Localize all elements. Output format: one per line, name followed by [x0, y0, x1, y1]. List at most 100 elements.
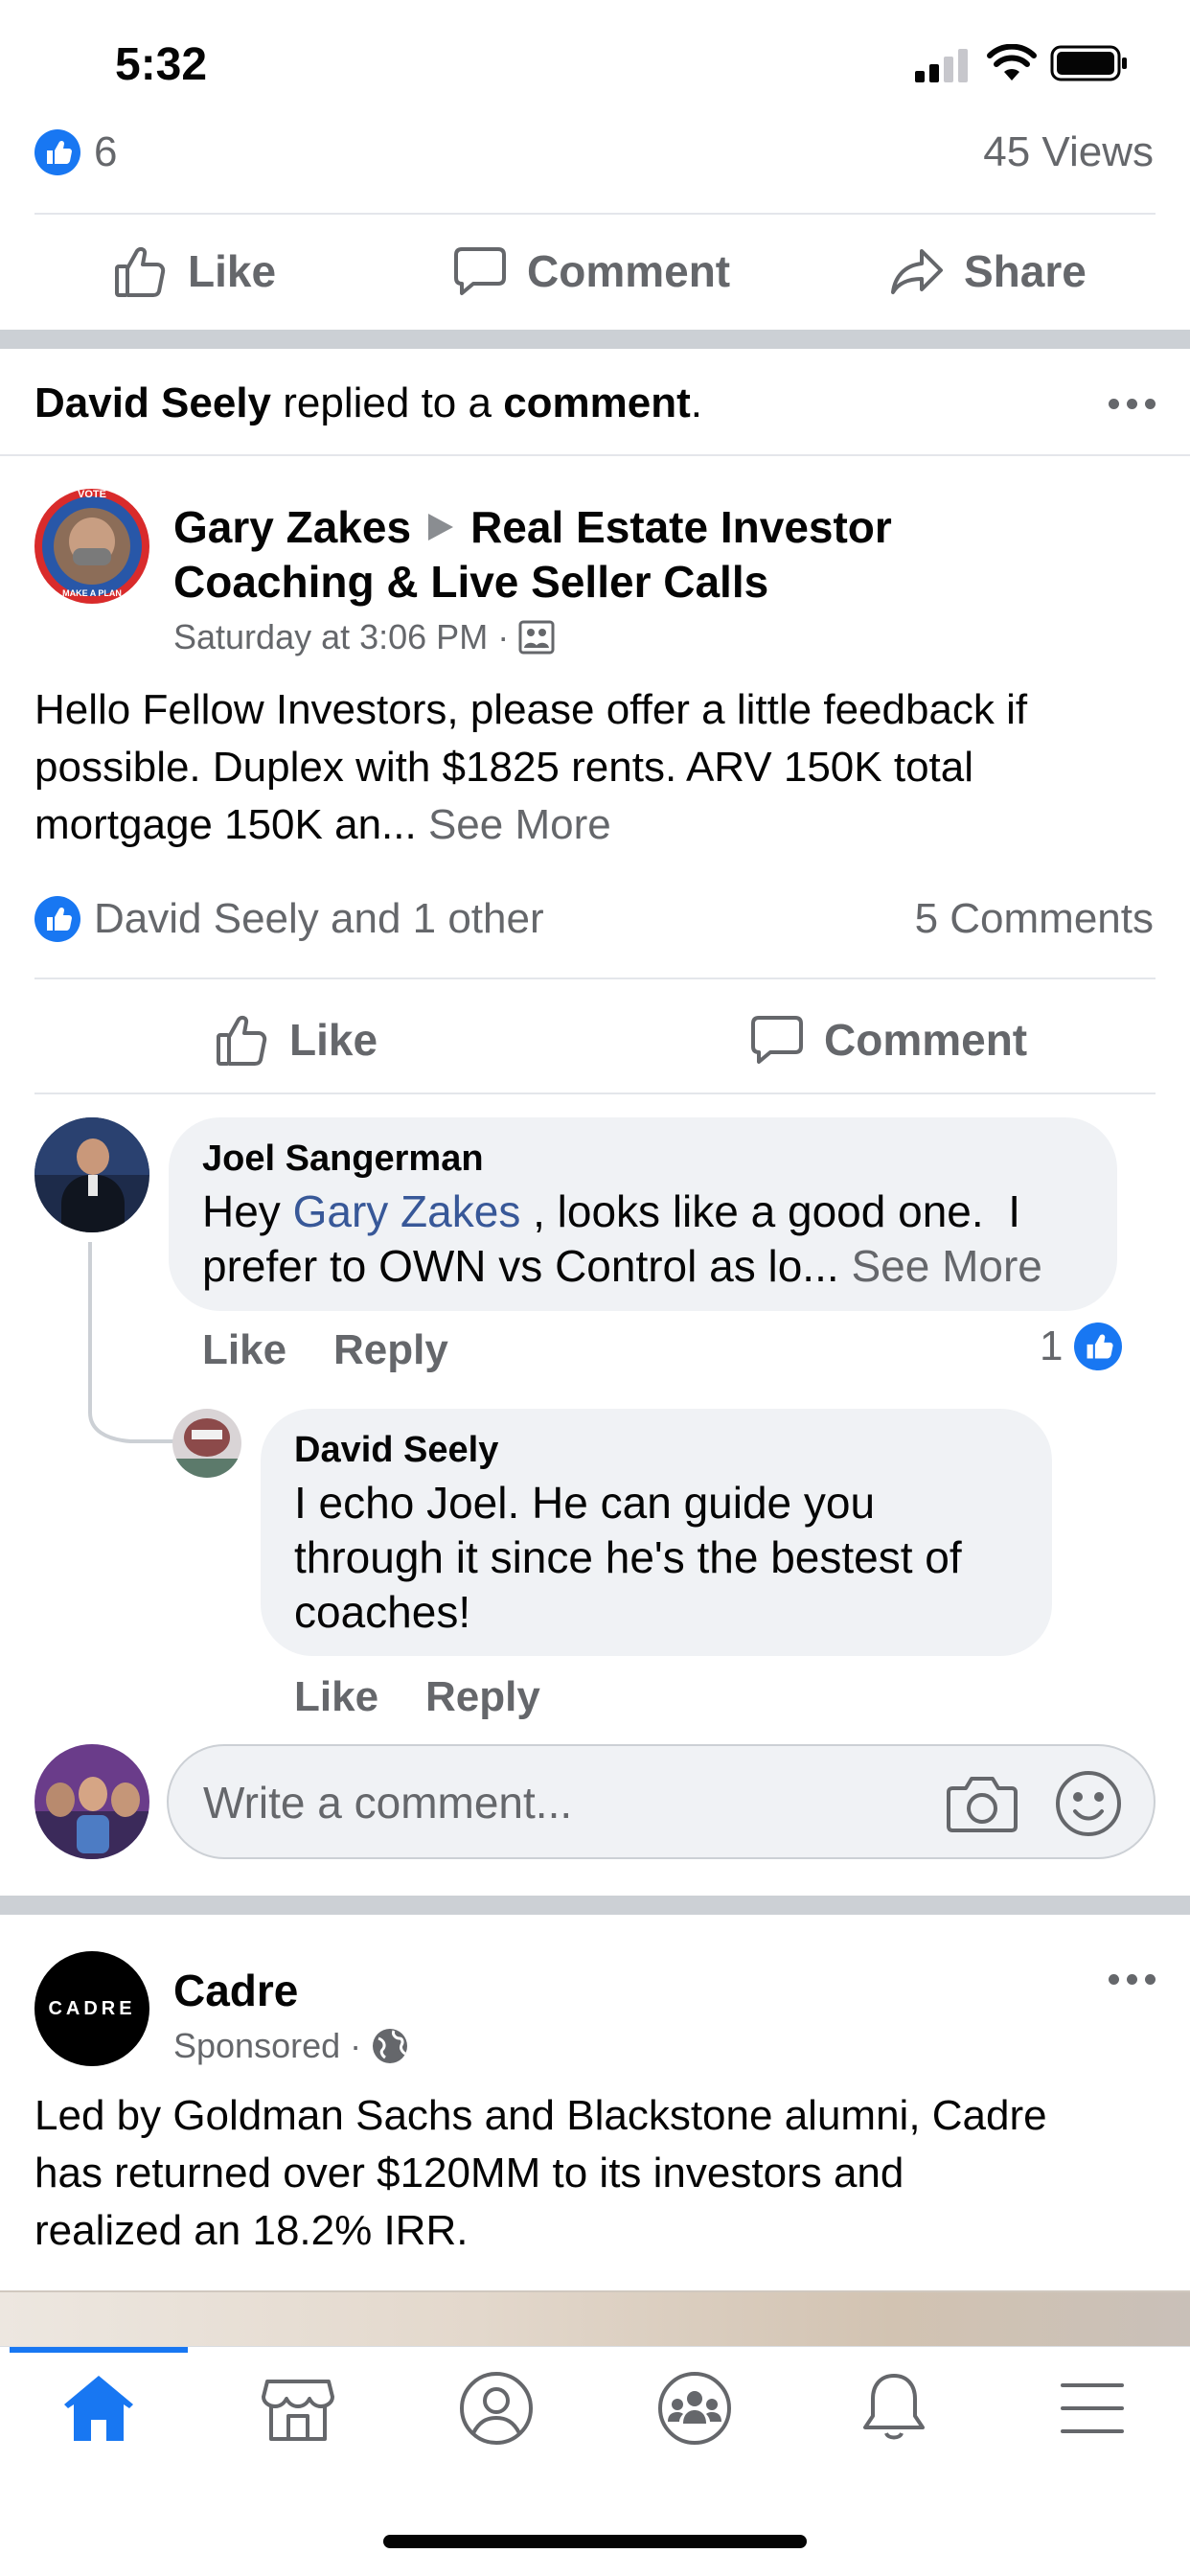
comment-reaction-summary[interactable]: 1: [1040, 1322, 1123, 1370]
marketplace-icon: [262, 2380, 334, 2441]
profile-icon: [460, 2372, 533, 2445]
post-comment-button[interactable]: Comment: [749, 1012, 1027, 1068]
post-reactions[interactable]: David Seely and 1 other: [34, 895, 544, 943]
comment-text: Hey Gary Zakes , looks like a good one. …: [202, 1184, 1042, 1294]
reply-reply-button[interactable]: Reply: [425, 1673, 540, 1721]
comment-reaction-count: 1: [1040, 1322, 1064, 1369]
comment-composer[interactable]: Write a comment...: [167, 1744, 1156, 1859]
ad-body: Led by Goldman Sachs and Blackstone alum…: [34, 2087, 1165, 2260]
status-time: 5:32: [115, 39, 208, 90]
status-bar: 5:32: [0, 0, 1190, 115]
post-meta: Saturday at 3:06 PM ·: [173, 617, 555, 657]
nav-marketplace[interactable]: [255, 2365, 341, 2451]
emoji-icon[interactable]: [1054, 1769, 1123, 1838]
activity-object[interactable]: comment: [503, 380, 691, 426]
feed-separator: [0, 1896, 1190, 1915]
thumbs-up-icon: [115, 246, 166, 297]
nav-groups[interactable]: [652, 2365, 738, 2451]
post-body: Hello Fellow Investors, please offer a l…: [34, 681, 1156, 854]
comment-text-line2: prefer to OWN vs Control as lo...: [202, 1241, 839, 1291]
advertiser-name[interactable]: Cadre: [173, 1965, 298, 2016]
activity-header[interactable]: David Seely replied to a comment.: [34, 380, 702, 427]
replier-avatar[interactable]: [172, 1409, 241, 1478]
activity-end-text: .: [690, 380, 703, 426]
share-icon: [891, 249, 943, 294]
post-timestamp[interactable]: Saturday at 3:06 PM: [173, 617, 488, 657]
camera-icon[interactable]: [947, 1773, 1018, 1834]
cellular-signal-icon: [915, 49, 968, 82]
activity-middle-text: replied to a: [271, 380, 504, 426]
home-indicator[interactable]: [383, 2535, 807, 2548]
nav-notifications[interactable]: [851, 2365, 937, 2451]
reply-like-button[interactable]: Like: [294, 1673, 378, 1721]
avatar-badge-top: VOTE: [78, 489, 106, 500]
battery-icon: [1050, 45, 1127, 81]
top-post-like-label: Like: [188, 246, 277, 296]
commenter-avatar[interactable]: [34, 1117, 149, 1232]
post-group-name-line1[interactable]: Real Estate Investor: [470, 501, 892, 553]
comment-icon: [454, 247, 506, 295]
active-tab-indicator: [10, 2347, 188, 2353]
notifications-icon: [863, 2374, 925, 2440]
reply-author[interactable]: David Seely: [294, 1430, 498, 1471]
post-author-line: Gary Zakes Real Estate Investor: [173, 501, 892, 553]
top-post-comment-button[interactable]: Comment: [452, 243, 730, 299]
comment-bubble[interactable]: Joel Sangerman Hey Gary Zakes , looks li…: [169, 1117, 1117, 1311]
activity-actor[interactable]: David Seely: [34, 380, 271, 426]
sponsored-label[interactable]: Sponsored: [173, 2026, 340, 2066]
globe-icon: [373, 2029, 408, 2063]
author-avatar[interactable]: VOTE MAKE A PLAN: [34, 489, 149, 604]
top-post-views: 45 Views: [983, 128, 1154, 175]
thumbs-up-icon: [217, 1015, 267, 1066]
post-author-name[interactable]: Gary Zakes: [173, 501, 411, 553]
ad-more-icon[interactable]: [1109, 1974, 1156, 1985]
like-reaction-icon: [34, 129, 80, 175]
group-privacy-icon: [518, 620, 555, 655]
post-reactions-text: David Seely and 1 other: [94, 895, 544, 942]
home-icon: [64, 2376, 133, 2441]
groups-icon: [658, 2372, 731, 2445]
menu-icon: [1061, 2383, 1124, 2433]
nav-menu[interactable]: [1049, 2365, 1135, 2451]
divider: [34, 1092, 1156, 1094]
post-like-button[interactable]: Like: [215, 1012, 378, 1068]
ad-body-line3: realized an 18.2% IRR.: [34, 2207, 469, 2254]
divider: [34, 978, 1156, 979]
comment-reply-button[interactable]: Reply: [333, 1326, 448, 1374]
post-meta-separator: ·: [488, 617, 519, 656]
divider: [34, 213, 1156, 215]
comment-see-more[interactable]: See More: [851, 1241, 1041, 1291]
ad-body-line1: Led by Goldman Sachs and Blackstone alum…: [34, 2092, 1047, 2139]
activity-more-icon[interactable]: [1109, 399, 1156, 409]
thread-connector: [88, 1242, 176, 1443]
wifi-icon: [987, 44, 1037, 80]
comment-like-button[interactable]: Like: [202, 1326, 286, 1374]
post-like-label: Like: [289, 1015, 378, 1065]
comment-input-placeholder[interactable]: Write a comment...: [203, 1777, 572, 1828]
advertiser-logo-text: CADRE: [48, 1997, 136, 2019]
ad-body-line2: has returned over $120MM to its investor…: [34, 2150, 904, 2196]
advertiser-avatar[interactable]: CADRE: [34, 1951, 149, 2066]
ad-image[interactable]: [0, 2290, 1190, 2348]
reply-text-line1: I echo Joel. He can guide you: [294, 1478, 876, 1528]
nav-profile[interactable]: [453, 2365, 539, 2451]
top-post-comment-label: Comment: [527, 246, 731, 296]
top-post-like-button[interactable]: Like: [113, 243, 276, 299]
current-user-avatar[interactable]: [34, 1744, 149, 1859]
like-reaction-icon: [1074, 1322, 1123, 1370]
comment-icon: [751, 1016, 803, 1064]
top-post-like-count: 6: [94, 128, 118, 175]
comment-author[interactable]: Joel Sangerman: [202, 1138, 484, 1180]
post-comments-count[interactable]: 5 Comments: [915, 895, 1154, 943]
post-see-more[interactable]: See More: [428, 801, 611, 848]
ad-meta-separator: ·: [340, 2026, 372, 2065]
like-reaction-icon: [34, 896, 80, 942]
nav-home[interactable]: [56, 2365, 142, 2451]
reply-text: I echo Joel. He can guide you through it…: [294, 1476, 962, 1640]
post-group-name-line2[interactable]: Coaching & Live Seller Calls: [173, 556, 768, 608]
avatar-badge-bottom: MAKE A PLAN: [62, 588, 122, 598]
reply-bubble[interactable]: David Seely I echo Joel. He can guide yo…: [261, 1409, 1052, 1656]
top-post-share-button[interactable]: Share: [889, 243, 1087, 299]
comment-mention[interactable]: Gary Zakes: [293, 1186, 521, 1236]
top-post-reactions[interactable]: 6: [34, 128, 117, 176]
